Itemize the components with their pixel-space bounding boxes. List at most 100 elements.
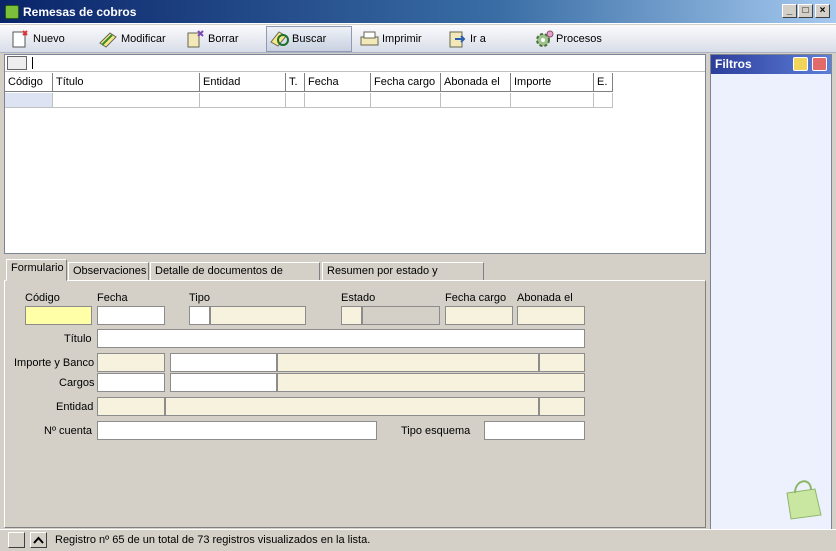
columns-icon[interactable]: [7, 56, 27, 70]
chevron-up-icon[interactable]: [30, 532, 47, 548]
close-icon[interactable]: [812, 57, 827, 71]
entidad-name-field: [165, 397, 539, 416]
codigo-label: Código: [25, 292, 60, 304]
col-header-fecha[interactable]: Fecha: [305, 73, 371, 92]
goto-button[interactable]: Ir a: [445, 26, 486, 52]
filters-title: Filtros: [715, 57, 752, 71]
form-panel: Código Fecha Tipo Estado Fecha cargo Abo…: [4, 280, 706, 528]
clear-filters-icon[interactable]: [793, 57, 808, 71]
processes-button[interactable]: Procesos: [531, 26, 602, 52]
table-cell[interactable]: [305, 93, 371, 108]
edit-label: Modificar: [121, 33, 166, 45]
col-header-codigo[interactable]: Código: [5, 73, 53, 92]
titulo-field[interactable]: [97, 329, 585, 348]
cargos-code-field[interactable]: [170, 373, 277, 392]
goto-icon: [447, 29, 469, 49]
entidad-code-field: [97, 397, 165, 416]
col-header-entidad[interactable]: Entidad: [200, 73, 286, 92]
title-bar: Remesas de cobros _ □ ×: [0, 0, 836, 24]
maximize-button[interactable]: □: [798, 4, 813, 18]
gear-icon: [533, 29, 555, 49]
tipo-esquema-label: Tipo esquema: [401, 425, 471, 437]
col-header-t[interactable]: T.: [286, 73, 305, 92]
cargos-description-field: [277, 373, 585, 392]
table-cell[interactable]: [594, 93, 613, 108]
delete-button[interactable]: Borrar: [183, 26, 239, 52]
processes-label: Procesos: [556, 33, 602, 45]
toolbar: Nuevo Modificar Borrar Buscar Imprimir I…: [0, 25, 836, 53]
importe-banco-label: Importe y Banco: [14, 357, 95, 369]
fecha-field[interactable]: [97, 306, 165, 325]
fecha-cargo-field: [445, 306, 513, 325]
app-icon: [5, 5, 19, 19]
col-header-abonada-el[interactable]: Abonada el: [441, 73, 511, 92]
entidad-label: Entidad: [56, 401, 94, 413]
tipo-description-field: [210, 306, 306, 325]
search-button[interactable]: Buscar: [266, 26, 352, 52]
tab-detalle-documentos[interactable]: Detalle de documentos de cartera: [150, 262, 320, 294]
delete-icon: [185, 29, 207, 49]
window-list-icon[interactable]: [8, 532, 25, 548]
banco-extra-field: [539, 353, 585, 372]
n-cuenta-field[interactable]: [97, 421, 377, 440]
abonada-el-field: [517, 306, 585, 325]
close-button[interactable]: ×: [815, 4, 830, 18]
records-grid[interactable]: Código Título Entidad T. Fecha Fecha car…: [4, 54, 706, 254]
search-caret: [32, 57, 33, 69]
table-cell[interactable]: [371, 93, 441, 108]
tipo-esquema-field[interactable]: [484, 421, 585, 440]
table-cell[interactable]: [5, 93, 53, 108]
new-button[interactable]: Nuevo: [8, 26, 65, 52]
estado-description-field: [362, 306, 440, 325]
print-icon: [359, 29, 381, 49]
new-label: Nuevo: [33, 33, 65, 45]
fecha-label: Fecha: [97, 292, 128, 304]
col-header-importe[interactable]: Importe: [511, 73, 594, 92]
grid-search-row[interactable]: [5, 55, 705, 72]
entidad-extra-field: [539, 397, 585, 416]
tipo-code-field[interactable]: [189, 306, 210, 325]
fecha-cargo-label: Fecha cargo: [445, 292, 507, 304]
codigo-field[interactable]: [25, 306, 92, 325]
status-bar: Registro nº 65 de un total de 73 registr…: [0, 529, 836, 551]
table-cell[interactable]: [441, 93, 511, 108]
estado-code-field: [341, 306, 362, 325]
table-cell[interactable]: [53, 93, 200, 108]
detail-tabs: Formulario Observaciones Detalle de docu…: [4, 259, 706, 294]
status-text: Registro nº 65 de un total de 73 registr…: [55, 534, 371, 546]
minimize-button[interactable]: _: [782, 4, 797, 18]
col-header-titulo[interactable]: Título: [53, 73, 200, 92]
banco-name-field: [277, 353, 539, 372]
new-icon: [10, 29, 32, 49]
banco-code-field[interactable]: [170, 353, 277, 372]
col-header-e[interactable]: E.: [594, 73, 613, 92]
importe-field: [97, 353, 165, 372]
filters-header: Filtros: [711, 55, 831, 74]
estado-label: Estado: [341, 292, 376, 304]
search-label: Buscar: [292, 33, 327, 45]
cargos-field[interactable]: [97, 373, 165, 392]
goto-label: Ir a: [470, 33, 486, 45]
col-header-fecha-cargo[interactable]: Fecha cargo: [371, 73, 441, 92]
print-label: Imprimir: [382, 33, 422, 45]
titulo-label: Título: [64, 333, 92, 345]
print-button[interactable]: Imprimir: [357, 26, 422, 52]
table-cell[interactable]: [200, 93, 286, 108]
search-icon: [269, 29, 291, 49]
filters-panel: Filtros: [710, 54, 832, 530]
table-cell[interactable]: [511, 93, 594, 108]
tipo-label: Tipo: [189, 292, 210, 304]
shopping-bag-icon: [786, 480, 822, 520]
delete-label: Borrar: [208, 33, 239, 45]
n-cuenta-label: Nº cuenta: [44, 425, 93, 437]
tab-formulario[interactable]: Formulario: [6, 259, 67, 281]
table-cell[interactable]: [286, 93, 305, 108]
tab-resumen-estado[interactable]: Resumen por estado y contacto: [322, 262, 484, 294]
window-title: Remesas de cobros: [23, 5, 137, 19]
abonada-el-label: Abonada el: [517, 292, 573, 304]
tab-observaciones[interactable]: Observaciones: [68, 262, 149, 281]
table-row[interactable]: [5, 93, 613, 108]
edit-icon: [98, 29, 120, 49]
edit-button[interactable]: Modificar: [96, 26, 166, 52]
cargos-label: Cargos: [59, 377, 95, 389]
